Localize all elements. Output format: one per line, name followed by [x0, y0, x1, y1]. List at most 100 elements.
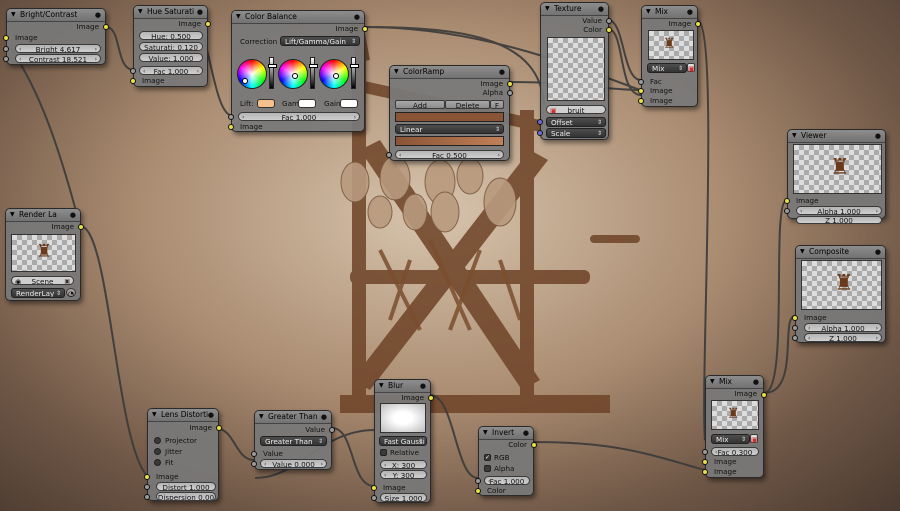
node-header[interactable]: ▼ Blur ● — [375, 380, 430, 393]
output-image-socket[interactable] — [761, 392, 767, 398]
node-header[interactable]: ▼ Hue Saturati ● — [134, 6, 207, 19]
node-options-icon[interactable]: ● — [95, 9, 101, 21]
correction-dropdown[interactable]: Lift/Gamma/Gain ⇕ — [280, 36, 360, 46]
node-options-icon[interactable]: ● — [875, 246, 881, 258]
alpha-socket[interactable] — [792, 325, 798, 331]
node-options-icon[interactable]: ● — [208, 409, 214, 421]
fac-socket[interactable] — [475, 478, 481, 484]
input-image1-socket[interactable] — [702, 459, 708, 465]
node-options-icon[interactable]: ● — [687, 6, 693, 18]
node-header[interactable]: ▼ Lens Distorti ● — [148, 409, 218, 422]
contrast-field[interactable]: ‹ Contrast 18.521 › — [15, 54, 101, 63]
input-image-socket[interactable] — [792, 315, 798, 321]
color-balance-node[interactable]: ▼ Color Balance ● Image Correction Lift/Ga… — [228, 10, 368, 132]
output-image-socket[interactable] — [362, 26, 368, 32]
input-image-socket[interactable] — [3, 35, 9, 41]
fac-socket[interactable] — [638, 79, 644, 85]
collapse-icon[interactable]: ▼ — [545, 3, 550, 15]
input-value2-socket[interactable] — [251, 461, 257, 467]
offset-socket[interactable] — [537, 119, 543, 125]
contrast-socket[interactable] — [3, 56, 9, 62]
input-image1-socket[interactable] — [638, 88, 644, 94]
offset-dropdown[interactable]: Offset ⇕ — [546, 117, 606, 127]
collapse-icon[interactable]: ▼ — [11, 9, 16, 21]
delete-stop-button[interactable]: Delete — [445, 100, 490, 110]
fac-field[interactable]: ‹ Fac 0.500 › — [395, 150, 504, 159]
node-options-icon[interactable]: ● — [197, 6, 203, 18]
flip-ramp-button[interactable]: F — [490, 100, 504, 110]
input-image2-socket[interactable] — [638, 98, 644, 104]
output-image-socket[interactable] — [695, 21, 701, 27]
color-ramp-gradient[interactable] — [395, 136, 504, 146]
node-header[interactable]: ▼ Color Balance ● — [232, 11, 364, 24]
node-header[interactable]: ▼ Mix ● — [642, 6, 697, 19]
output-value-socket[interactable] — [329, 427, 335, 433]
gamma-color-wheel[interactable] — [278, 59, 308, 89]
composite-node[interactable]: ▼ Composite ● ♜ Image ‹ Alpha 1.000 › ‹ Z 1.0… — [792, 245, 886, 343]
output-color-socket[interactable] — [606, 27, 612, 33]
alpha-field[interactable]: ‹ Alpha 1.000 › — [804, 323, 882, 332]
collapse-icon[interactable]: ▼ — [10, 209, 15, 221]
scene-field[interactable]: ◉ Scene ▣ — [11, 276, 74, 285]
viewer-node[interactable]: ▼ Viewer ● ♜ Image ‹ Alpha 1.000 › Z 1.000 — [784, 129, 886, 224]
blend-mode-dropdown[interactable]: Mix ⇕ — [647, 63, 687, 73]
collapse-icon[interactable]: ▼ — [710, 376, 715, 388]
mix-node-bottom[interactable]: ▼ Mix ● Image ♜ Mix ⇕ ▣ ‹ Fac 0.300 Image Im… — [702, 375, 767, 478]
lift-swatch[interactable] — [257, 99, 275, 108]
node-header[interactable]: ▼ Greater Than ● — [255, 411, 331, 424]
y-size-field[interactable]: ‹ Y: 300 — [380, 470, 427, 479]
alpha-socket[interactable] — [784, 208, 790, 214]
node-options-icon[interactable]: ● — [70, 209, 76, 221]
output-color-socket[interactable] — [531, 442, 537, 448]
output-image-socket[interactable] — [507, 81, 513, 87]
input-image-socket[interactable] — [144, 474, 150, 480]
node-options-icon[interactable]: ● — [499, 66, 505, 78]
node-options-icon[interactable]: ● — [523, 427, 529, 439]
input-value1-socket[interactable] — [251, 451, 257, 457]
blur-node[interactable]: ▼ Blur ● Image Fast Gaussi ⇕ Relative ‹ X: 3… — [371, 379, 434, 503]
output-image-socket[interactable] — [78, 224, 84, 230]
lift-color-wheel[interactable] — [237, 59, 267, 89]
collapse-icon[interactable]: ▼ — [646, 6, 651, 18]
gain-color-wheel[interactable] — [319, 59, 349, 89]
output-image-socket[interactable] — [428, 395, 434, 401]
fac-field[interactable]: ‹ Fac 1.000 › — [238, 112, 360, 121]
bright-contrast-node[interactable]: ▼ Bright/Contrast ● Image Image ‹ Bright 4.… — [3, 8, 109, 65]
fac-socket[interactable] — [228, 114, 234, 120]
value-field[interactable]: ‹ Value 0.000 › — [260, 459, 327, 468]
node-header[interactable]: ▼ Composite ● — [796, 246, 885, 259]
input-image-socket[interactable] — [784, 198, 790, 204]
gamma-swatch[interactable] — [298, 99, 316, 108]
render-layer-dropdown[interactable]: RenderLay ⇕ — [11, 288, 65, 298]
invert-node[interactable]: ▼ Invert ● Color ✓ RGB Alpha ‹ Fac 1.000 Co… — [475, 426, 537, 496]
node-options-icon[interactable]: ● — [753, 376, 759, 388]
fac-field[interactable]: ‹ Fac 1.000 › — [139, 66, 203, 75]
x-size-field[interactable]: ‹ X: 300 — [380, 460, 427, 469]
node-header[interactable]: ▼ Bright/Contrast ● — [7, 9, 105, 22]
z-field[interactable]: ‹ Z 1.000 › — [804, 333, 882, 342]
collapse-icon[interactable]: ▼ — [800, 246, 805, 258]
interpolation-dropdown[interactable]: Linear ⇕ — [395, 124, 504, 134]
node-header[interactable]: ▼ Mix ● — [706, 376, 763, 389]
input-image2-socket[interactable] — [702, 469, 708, 475]
node-header[interactable]: ▼ ColorRamp ● — [390, 66, 509, 79]
scale-socket[interactable] — [537, 130, 543, 136]
node-header[interactable]: ▼ Render La ● — [6, 209, 80, 222]
alpha-field[interactable]: ‹ Alpha 1.000 › — [796, 206, 882, 215]
node-options-icon[interactable]: ● — [875, 130, 881, 142]
fac-field[interactable]: ‹ Fac 1.000 — [484, 476, 530, 485]
projector-toggle[interactable] — [154, 437, 161, 444]
lift-value-slider[interactable] — [268, 57, 277, 89]
hue-field[interactable]: Hue: 0.500 — [139, 31, 203, 40]
collapse-icon[interactable]: ▼ — [152, 409, 157, 421]
output-image-socket[interactable] — [103, 24, 109, 30]
fac-field[interactable]: ‹ Fac 0.300 — [711, 447, 759, 456]
scale-dropdown[interactable]: Scale ⇕ — [546, 128, 606, 138]
texture-node[interactable]: ▼ Texture ● Value Color ▣ bruit Offset ⇕ Sca… — [537, 2, 612, 140]
gain-swatch[interactable] — [340, 99, 358, 108]
node-header[interactable]: ▼ Viewer ● — [788, 130, 885, 143]
collapse-icon[interactable]: ▼ — [379, 380, 384, 392]
collapse-icon[interactable]: ▼ — [394, 66, 399, 78]
distort-socket[interactable] — [144, 484, 150, 490]
distort-field[interactable]: Distort 1.000 — [156, 482, 216, 491]
